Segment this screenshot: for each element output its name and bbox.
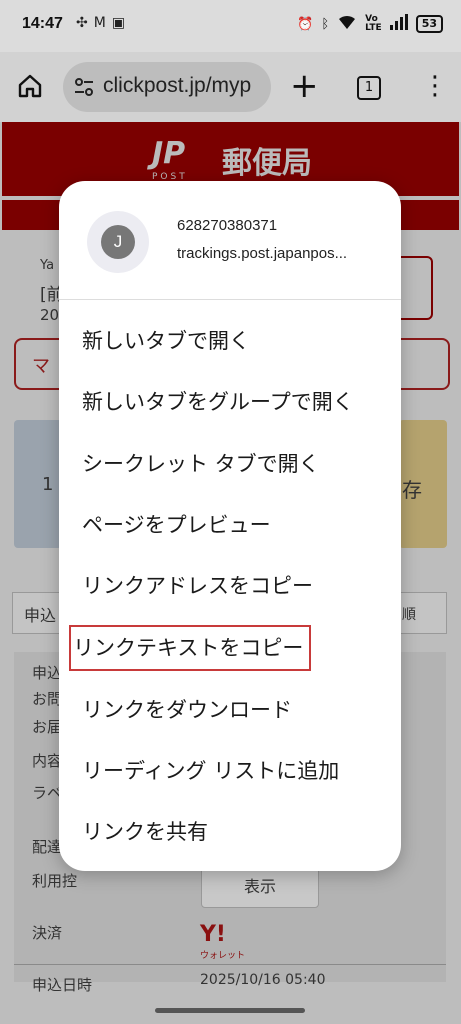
menu-item-open-incognito[interactable]: シークレット タブで開く <box>80 439 320 489</box>
notification-icons: ✣M▣ <box>76 15 131 31</box>
browser-toolbar: clickpost.jp/myp + 1 ⋮ <box>0 52 461 122</box>
menu-item-add-reading-list[interactable]: リーディング リストに追加 <box>80 746 339 796</box>
pinwheel-icon: ✣ <box>76 15 94 31</box>
bg-fragment: Ya <box>40 258 55 273</box>
status-bar: 14:47 ✣M▣ ⏰ ᛒ Vo LTE 53 <box>0 0 461 52</box>
menu-item-open-new-tab[interactable]: 新しいタブで開く <box>80 316 250 366</box>
alarm-icon: ⏰ <box>297 16 314 32</box>
battery-icon: 53 <box>415 15 443 33</box>
bg-row-label: ラベ <box>32 784 63 802</box>
home-icon[interactable] <box>16 72 44 100</box>
favicon-ring: J <box>87 211 149 273</box>
bg-row-label: お届 <box>32 718 63 736</box>
jp-logo: JP <box>152 136 186 171</box>
bg-applied-label: 申込日時 <box>32 976 93 994</box>
bg-applied-value: 2025/10/16 05:40 <box>200 972 326 988</box>
bg-row-label: 申込 <box>32 664 63 682</box>
bluetooth-icon: ᛒ <box>321 16 330 32</box>
bg-row-label: お問 <box>32 690 63 708</box>
bg-fragment: 20 <box>40 306 60 324</box>
bg-fragment: 順 <box>402 607 416 623</box>
gesture-nav-bar[interactable] <box>155 1008 305 1013</box>
more-menu-icon[interactable]: ⋮ <box>422 68 448 104</box>
bg-row-label: 内容 <box>32 752 63 770</box>
menu-item-share-link[interactable]: リンクを共有 <box>80 807 208 857</box>
url-bar[interactable]: clickpost.jp/myp <box>63 62 271 112</box>
ypay-logo: Y! <box>200 922 226 947</box>
show-button[interactable]: 表示 <box>201 866 319 908</box>
bg-tile-blue <box>14 420 62 548</box>
status-time: 14:47 <box>22 15 63 32</box>
menu-item-copy-link-address[interactable]: リンクアドレスをコピー <box>80 561 313 611</box>
link-url: trackings.post.japanpos... <box>177 245 348 262</box>
url-text: clickpost.jp/myp <box>103 74 252 97</box>
bg-fragment: 1 <box>42 474 54 495</box>
bg-fragment: 存 <box>402 478 422 502</box>
link-title: 628270380371 <box>177 217 278 234</box>
wifi-icon <box>337 14 357 34</box>
bg-fragment: 申込 <box>24 606 57 625</box>
context-menu-header: J 628270380371 trackings.post.japanpos..… <box>59 181 401 300</box>
menu-item-copy-link-text[interactable]: リンクテキストをコピー <box>69 625 312 671</box>
new-tab-button[interactable]: + <box>290 62 319 110</box>
bg-fragment: マ <box>32 356 50 377</box>
menu-item-download-link[interactable]: リンクをダウンロード <box>80 685 292 735</box>
site-settings-icon[interactable] <box>73 76 95 98</box>
bg-row-label: 配達 <box>32 838 63 856</box>
gmail-icon: M <box>93 15 112 31</box>
bg-row-label: 決済 <box>32 924 63 942</box>
bg-divider <box>14 964 446 965</box>
menu-item-open-in-group[interactable]: 新しいタブをグループで開く <box>80 377 354 427</box>
tab-switcher-button[interactable]: 1 <box>357 76 381 100</box>
ypay-caption: ウォレット <box>200 951 246 961</box>
site-avatar: J <box>101 225 135 259</box>
app-icon: ▣ <box>111 15 132 31</box>
status-right: ⏰ ᛒ Vo LTE 53 <box>297 14 443 34</box>
bg-row-label: 利用控 <box>32 872 78 890</box>
brand-name: 郵便局 <box>222 146 312 181</box>
signal-icon <box>389 14 408 34</box>
link-context-menu: J 628270380371 trackings.post.japanpos..… <box>59 181 401 871</box>
menu-item-preview-page[interactable]: ページをプレビュー <box>80 500 271 550</box>
volte-icon: Vo LTE <box>365 14 382 33</box>
